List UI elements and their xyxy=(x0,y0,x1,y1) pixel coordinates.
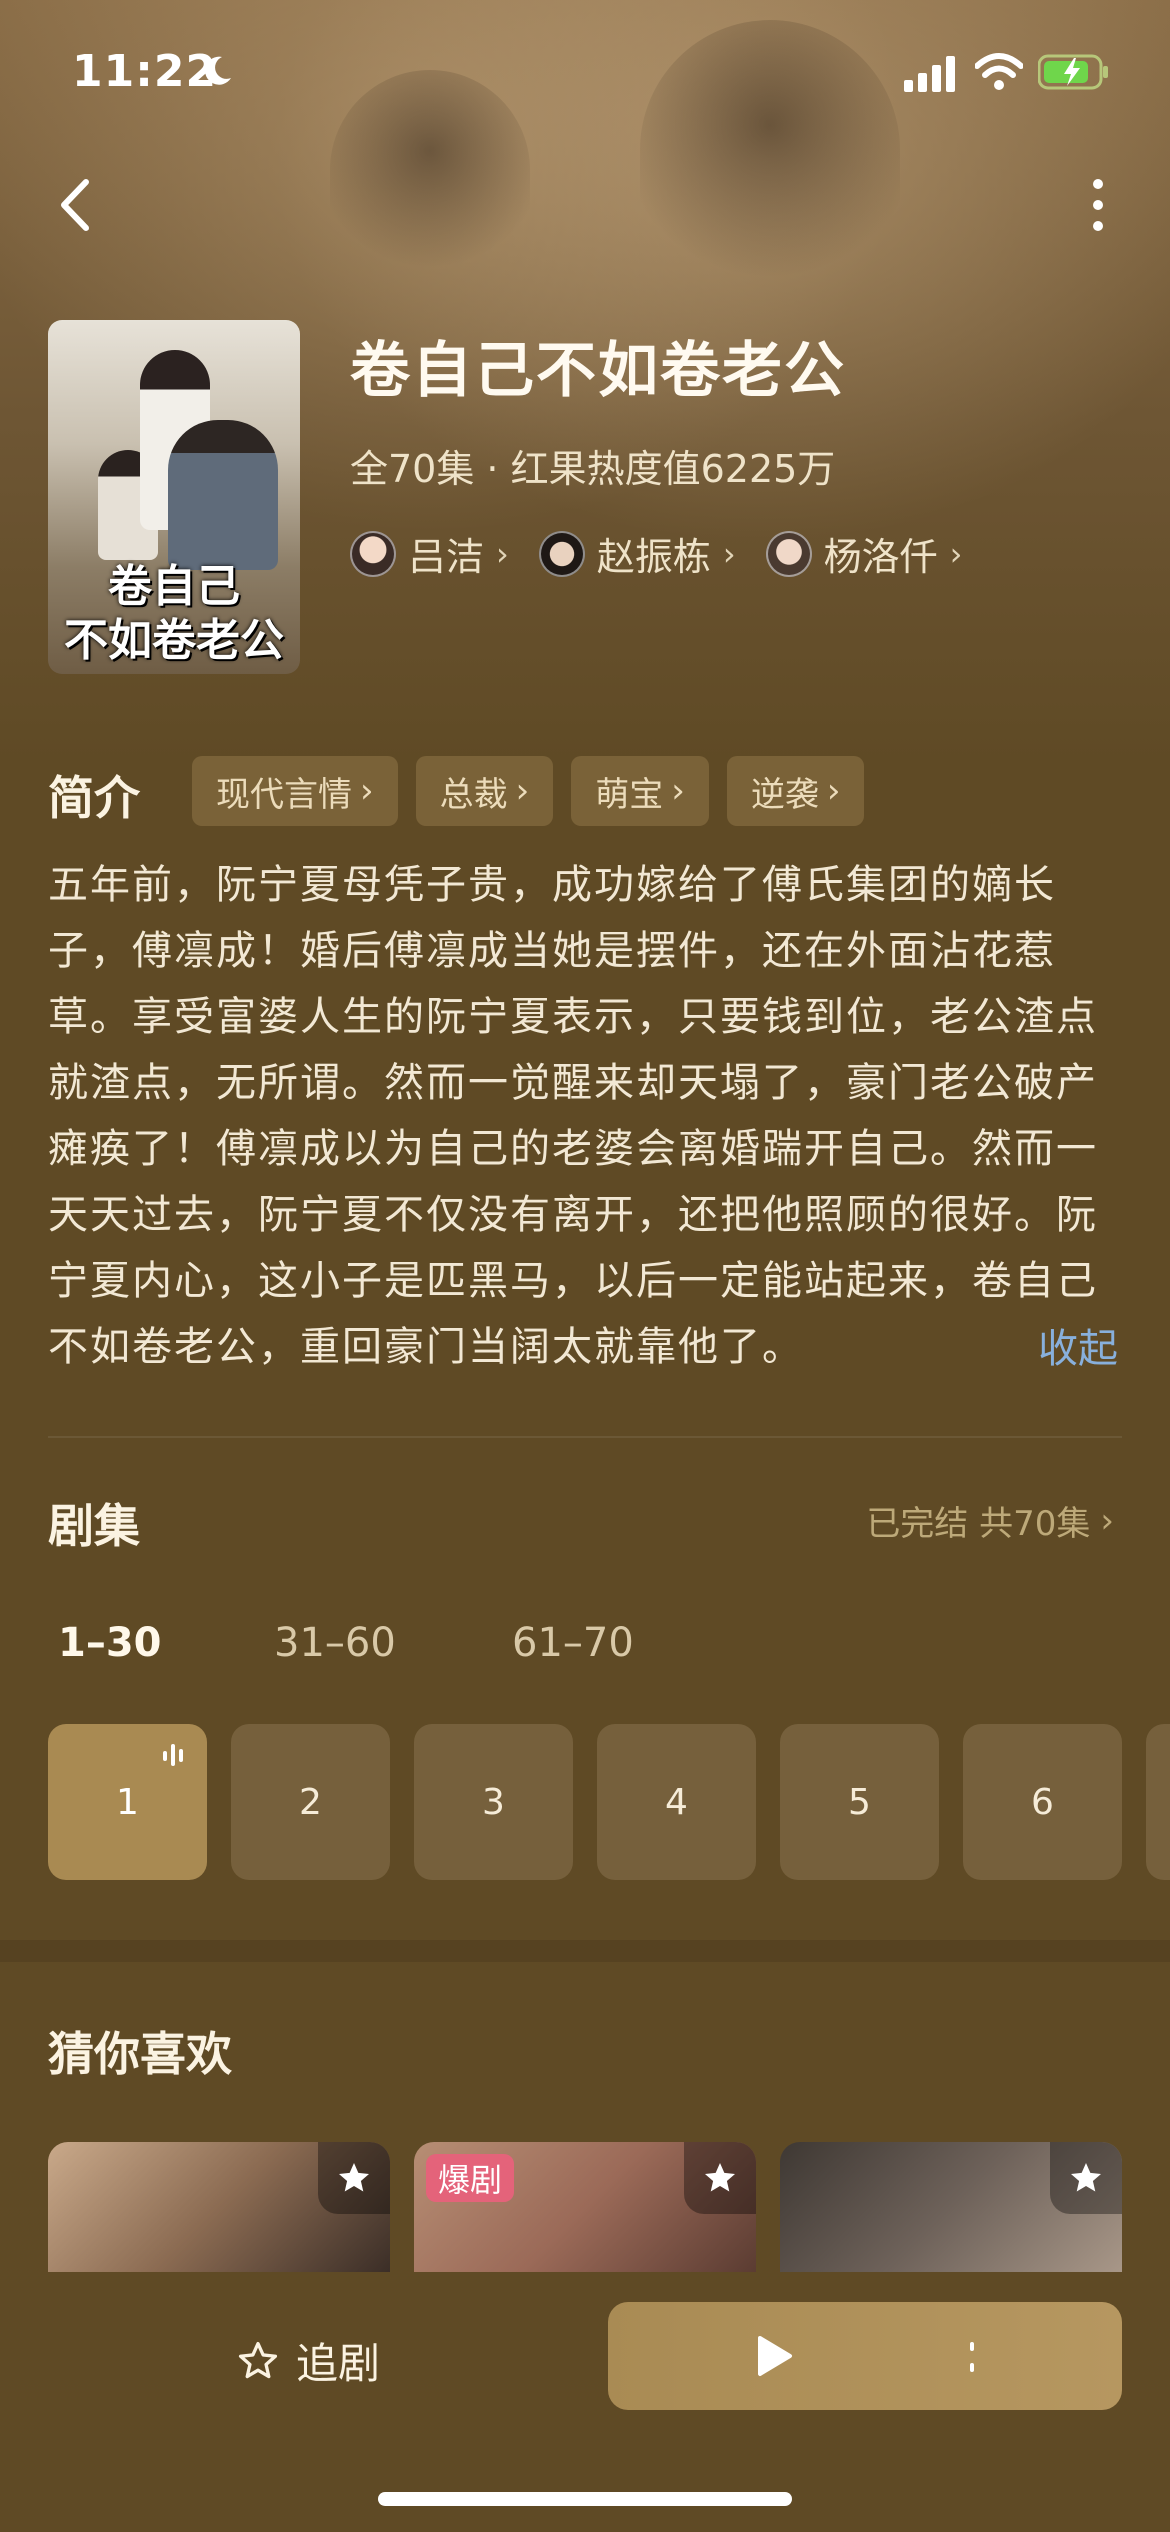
favorite-button[interactable] xyxy=(1050,2142,1122,2214)
genre-tag[interactable]: 萌宝 › xyxy=(571,756,709,826)
divider xyxy=(48,1436,1122,1438)
collapse-link[interactable]: 收起 xyxy=(1038,1316,1118,1374)
battery-charging-icon xyxy=(1038,54,1108,90)
star-icon xyxy=(1071,2163,1101,2192)
cast-list: 吕洁 › 赵振栋 › 杨洛仟 › xyxy=(350,526,962,581)
chevron-right-icon: › xyxy=(722,534,736,573)
hot-badge: 爆剧 xyxy=(426,2154,515,2202)
genre-tag[interactable]: 总裁 › xyxy=(415,756,554,826)
episode-button[interactable]: 2 xyxy=(231,1724,390,1880)
poster-figure xyxy=(168,420,278,570)
chevron-right-icon: › xyxy=(671,771,685,811)
drama-meta: 全70集 · 红果热度值6225万 xyxy=(350,447,836,491)
chevron-right-icon: › xyxy=(360,771,374,811)
moon-icon xyxy=(205,56,231,85)
favorite-button[interactable] xyxy=(684,2142,756,2214)
episode-range-tabs: 1–30 31–60 61–70 xyxy=(58,1620,750,1666)
drama-poster[interactable]: 卷自己 不如卷老公 xyxy=(48,320,300,674)
episode-button[interactable]: 6 xyxy=(963,1724,1122,1880)
recommend-list: 爆剧 xyxy=(48,2142,1122,2272)
drama-title: 卷自己不如卷老公 xyxy=(350,336,846,406)
chevron-right-icon: › xyxy=(515,771,530,811)
now-playing-icon xyxy=(163,1744,183,1766)
recommend-card[interactable] xyxy=(780,2142,1122,2272)
episode-button[interactable]: 3 xyxy=(414,1724,573,1880)
play-icon xyxy=(758,2336,792,2376)
avatar xyxy=(538,530,585,577)
status-bar: 11:22 xyxy=(0,0,1170,140)
loading-icon xyxy=(970,2342,974,2372)
star-outline-icon xyxy=(238,2341,278,2378)
poster-title: 卷自己 不如卷老公 xyxy=(64,561,284,666)
tab-episode-range[interactable]: 61–70 xyxy=(512,1620,750,1666)
episode-button[interactable]: 1 xyxy=(48,1724,207,1880)
genre-tag[interactable]: 现代言情 › xyxy=(192,756,398,826)
play-button[interactable] xyxy=(608,2302,1122,2410)
home-indicator xyxy=(378,2492,792,2506)
star-icon xyxy=(705,2163,735,2192)
cast-member[interactable]: 杨洛仟 › xyxy=(765,526,963,581)
cast-name: 吕洁 xyxy=(408,535,485,579)
avatar xyxy=(350,530,396,577)
cast-name: 赵振栋 xyxy=(596,535,711,579)
episode-button[interactable] xyxy=(1146,1724,1170,1880)
follow-drama-button[interactable]: 追剧 xyxy=(236,2330,380,2391)
cast-name: 杨洛仟 xyxy=(823,535,938,579)
follow-label: 追剧 xyxy=(296,2339,381,2388)
section-divider xyxy=(0,1940,1170,1962)
cast-member[interactable]: 吕洁 › xyxy=(350,526,509,581)
episode-grid: 1 2 3 4 5 6 xyxy=(48,1724,1170,1880)
cellular-signal-icon xyxy=(904,56,955,92)
episode-button[interactable]: 4 xyxy=(597,1724,756,1880)
chevron-right-icon: › xyxy=(826,771,841,811)
tab-episode-range[interactable]: 1–30 xyxy=(58,1620,274,1666)
intro-text: 五年前，阮宁夏母凭子贵，成功嫁给了傅氏集团的嫡长子，傅凛成！婚后傅凛成当她是摆件… xyxy=(48,862,1098,1370)
avatar xyxy=(765,530,812,577)
chevron-right-icon: › xyxy=(949,534,963,573)
genre-tags: 现代言情 › 总裁 › 萌宝 › 逆袭 › xyxy=(192,756,865,826)
recommend-card[interactable] xyxy=(48,2142,390,2272)
intro-heading: 简介 xyxy=(48,771,140,825)
wifi-icon xyxy=(975,53,1023,90)
chevron-right-icon: › xyxy=(496,534,509,573)
more-options-button[interactable] xyxy=(1080,170,1116,240)
episodes-status[interactable]: 已完结 共70集 › xyxy=(866,1496,1114,1545)
episode-button[interactable]: 5 xyxy=(780,1724,939,1880)
genre-tag[interactable]: 逆袭 › xyxy=(726,756,865,826)
recommend-card[interactable]: 爆剧 xyxy=(414,2142,756,2272)
chevron-right-icon: › xyxy=(1100,1500,1114,1541)
status-time: 11:22 xyxy=(72,46,218,97)
tab-episode-range[interactable]: 31–60 xyxy=(274,1620,512,1666)
back-button[interactable] xyxy=(50,170,100,240)
recommend-heading: 猜你喜欢 xyxy=(48,2027,232,2081)
episodes-heading: 剧集 xyxy=(48,1499,140,1553)
cast-member[interactable]: 赵振栋 › xyxy=(538,526,736,581)
favorite-button[interactable] xyxy=(318,2142,390,2214)
star-icon xyxy=(339,2163,369,2192)
